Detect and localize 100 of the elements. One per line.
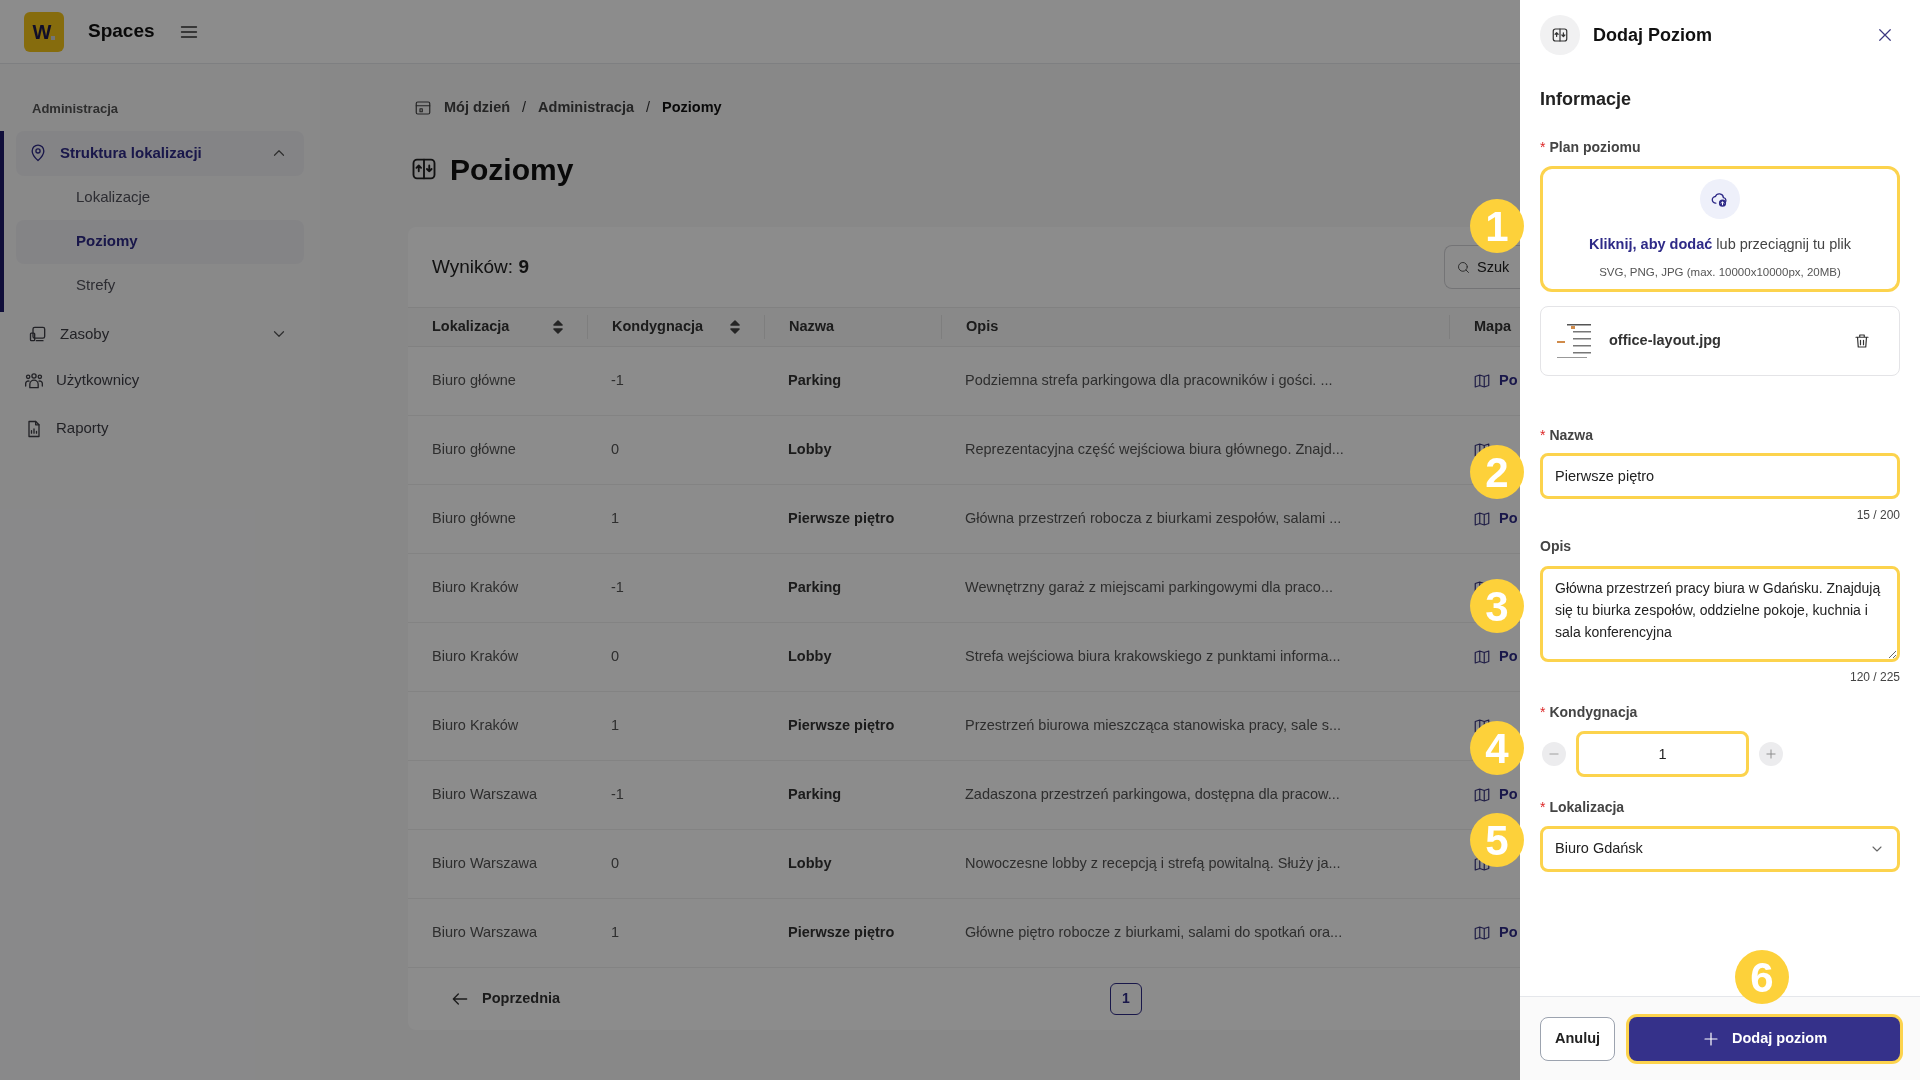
field-label: Lokalizacja [1549,798,1625,817]
upload-dropzone[interactable]: Kliknij, aby dodać lub przeciągnij tu plik SVG, PNG, JPG (max. 10000x10000px, 20MB) [1540,166,1900,292]
map-link[interactable]: Po [1499,369,1518,392]
table-cell-text: 0 [610,439,621,459]
character-counter: 120 / 225 [1849,669,1900,686]
required-mark: * [1540,703,1546,722]
field-label: Kondygnacja [1549,703,1638,722]
field-label: Plan poziomu [1549,138,1641,157]
table-cell-text: Biuro Warszawa [431,784,539,804]
map-link[interactable]: Po [1499,921,1518,944]
sidebar-item[interactable]: Użytkownicy [16,356,304,405]
map-link[interactable]: Po [1499,783,1518,806]
map-icon [1473,509,1491,528]
section-heading: Informacje [1540,88,1633,111]
map-link[interactable]: Po [1499,507,1518,530]
table-cell-text: Lobby [787,853,833,873]
upload-prompt: Kliknij, aby dodać lub przeciągnij tu plik [1589,235,1851,254]
table-cell-text: Biuro Warszawa [431,853,539,873]
page-title: Poziomy [450,151,574,188]
search-icon [1456,259,1471,275]
table-cell-text: Biuro Kraków [431,646,520,666]
table-cell-text: Reprezentacyjna część wejściowa biura głównego. Znajd... [964,439,1345,459]
table-cell-text: 0 [610,646,621,666]
section-label: Administracja [31,100,119,118]
sidebar-subitem[interactable]: Poziomy [16,219,304,264]
table-cell-text: Biuro Kraków [431,577,520,597]
table-cell-text: Nowoczesne lobby z recepcją i strefą powitalną. Służy ja... [964,853,1342,873]
file-name: office-layout.jpg [1609,331,1722,351]
floor-input[interactable]: 1 [1576,731,1749,777]
description-textarea[interactable]: Główna przestrzeń pracy biura w Gdańsku. Znajdują się tu biurka zespołów, oddzielne pokoje, kuchnia i sala konferencyjna [1540,566,1900,662]
table-cell-text: 1 [610,922,621,942]
table-cell-text: Pierwsze piętro [787,715,896,735]
table-cell-text: Wewnętrzny garaż z miejscami parkingowymi dla praco... [964,577,1334,597]
map-icon [1473,923,1491,942]
map-icon [1473,371,1491,390]
sidebar-subitem[interactable]: Strefy [16,263,304,308]
plus-icon [1764,747,1778,761]
table-cell-text: -1 [610,370,625,390]
table-cell-text: Lobby [787,646,833,666]
table-cell-text: Przestrzeń biurowa mieszcząca stanowiska pracy, sale s... [964,715,1343,735]
table-cell-text: Biuro główne [431,439,517,459]
previous-link[interactable]: Poprzednia [450,987,561,1010]
breadcrumb-separator: / [522,98,527,117]
column-header: Mapa [1474,316,1512,336]
floor-icon [1551,26,1569,44]
column-header[interactable]: Lokalizacja [432,315,510,338]
breadcrumb-separator: / [646,98,651,117]
results-count: Wyników: 9 [432,254,529,279]
add-level-button[interactable]: Dodaj poziom [1629,1016,1900,1061]
sidebar-item[interactable]: Raporty [16,404,304,453]
table-cell-text: Biuro Warszawa [431,922,539,942]
table-cell-text: Pierwsze piętro [787,508,896,528]
table-cell-text: Parking [787,370,843,390]
sidebar-item[interactable]: Zasoby [16,311,304,357]
table-cell-text: Główne piętro robocze z biurkami, salami do spotkań ora... [964,922,1344,942]
table-cell-text: 1 [610,715,621,735]
table-cell-text: Podziemna strefa parkingowa dla pracowników i gości. ... [964,370,1334,390]
map-icon [1473,647,1491,666]
people-icon [24,370,44,391]
name-input[interactable]: Pierwsze piętro [1540,453,1900,499]
sort-icon[interactable] [730,319,740,334]
sidebar-subitem[interactable]: Lokalizacje [16,175,304,220]
sort-icon[interactable] [553,319,563,334]
table-cell-text: Pierwsze piętro [787,922,896,942]
field-label: Nazwa [1549,426,1594,445]
breadcrumb-link[interactable]: Administracja [538,97,634,119]
table-cell-text: 1 [610,508,621,528]
table-cell-text: 0 [610,853,621,873]
calendar-icon [414,98,432,117]
required-mark: * [1540,798,1546,817]
table-cell-text: -1 [610,577,625,597]
character-counter: 15 / 200 [1856,507,1900,524]
app-name: Spaces [88,19,155,44]
devices-icon [28,324,48,344]
page-button[interactable]: 1 [1110,982,1142,1015]
table-cell-text: Biuro Kraków [431,715,520,735]
panel-title: Dodaj Poziom [1593,23,1713,47]
breadcrumb-link[interactable]: Mój dzień [444,97,511,119]
upload-hint: SVG, PNG, JPG (max. 10000x10000px, 20MB) [1599,264,1841,280]
table-cell-text: Strefa wejściowa biura krakowskiego z punktami informa... [964,646,1342,666]
trash-icon[interactable] [1853,332,1871,350]
location-select[interactable]: Biuro Gdańsk [1540,826,1900,872]
table-cell-text: Parking [787,577,843,597]
table-cell-text: Biuro główne [431,370,517,390]
table-cell-text: Główna przestrzeń robocza z biurkami zespołów, salami ... [964,508,1343,528]
field-label: Opis [1540,537,1572,556]
map-icon [1473,785,1491,804]
column-header[interactable]: Kondygnacja [612,315,704,338]
sidebar-item[interactable]: Struktura lokalizacji [16,130,304,176]
cancel-button[interactable]: Anuluj [1540,1016,1616,1061]
map-link[interactable]: Po [1499,645,1518,668]
required-mark: * [1540,426,1546,445]
table-cell-text: Biuro główne [431,508,517,528]
close-icon[interactable] [1876,26,1894,44]
logo: W [24,11,64,52]
table-cell-text: -1 [610,784,625,804]
table-cell-text: Zadaszona przestrzeń parkingowa, dostępna dla pracow... [964,784,1341,804]
table-cell-text: Parking [787,784,843,804]
table-cell-text: Lobby [787,439,833,459]
column-header: Nazwa [789,316,835,336]
